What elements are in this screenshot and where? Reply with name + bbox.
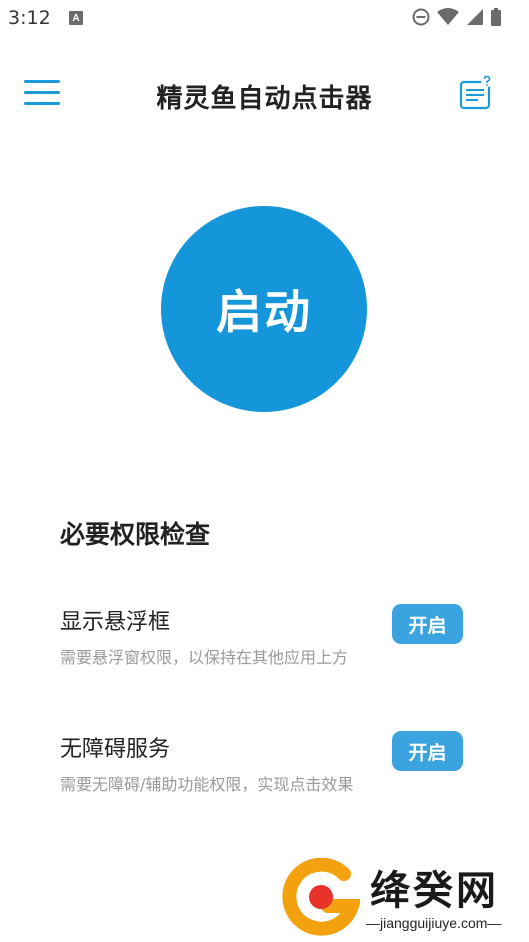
do-not-disturb-icon xyxy=(412,8,430,26)
watermark-url: —jiangguijiuye.com— xyxy=(366,915,502,931)
wifi-icon xyxy=(437,8,459,25)
permission-item-accessibility: 无障碍服务 需要无障碍/辅助功能权限，实现点击效果 开启 xyxy=(60,731,480,811)
watermark-name: 绛癸网 xyxy=(370,867,499,914)
help-document-icon[interactable] xyxy=(458,74,494,112)
a-letter-icon: A xyxy=(69,11,83,25)
status-icons xyxy=(412,8,501,26)
watermark-logo-icon xyxy=(282,858,360,936)
cellular-signal-icon xyxy=(467,9,483,25)
app-bar: 精灵鱼自动点击器 xyxy=(0,56,529,132)
permissions-section-title: 必要权限检查 xyxy=(60,520,211,549)
status-time: 3:12 xyxy=(8,7,51,29)
permission-description: 需要悬浮窗权限，以保持在其他应用上方 xyxy=(60,648,349,667)
permission-title: 显示悬浮框 xyxy=(60,610,171,635)
permission-title: 无障碍服务 xyxy=(60,737,171,762)
app-title: 精灵鱼自动点击器 xyxy=(156,84,373,114)
enable-overlay-button[interactable]: 开启 xyxy=(392,604,463,644)
battery-icon xyxy=(491,8,501,26)
enable-accessibility-button[interactable]: 开启 xyxy=(392,731,463,771)
permission-item-overlay: 显示悬浮框 需要悬浮窗权限，以保持在其他应用上方 开启 xyxy=(60,604,480,684)
permission-description: 需要无障碍/辅助功能权限，实现点击效果 xyxy=(60,775,354,794)
status-bar: 3:12 A xyxy=(0,0,529,36)
start-button[interactable]: 启动 xyxy=(161,206,367,412)
watermark: 绛癸网 —jiangguijiuye.com— xyxy=(282,858,522,936)
